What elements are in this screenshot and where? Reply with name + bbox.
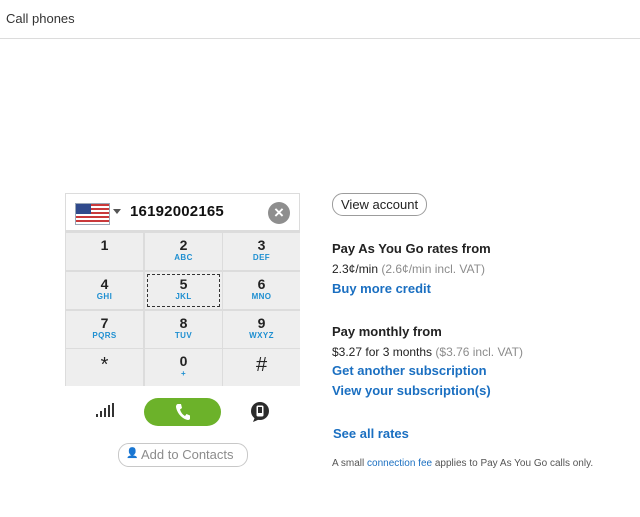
key-digit: #	[255, 354, 268, 376]
key-1[interactable]: 1	[66, 233, 143, 270]
see-all-rates-link[interactable]: See all rates	[333, 426, 409, 441]
connection-fee-link[interactable]: connection fee	[367, 458, 432, 469]
monthly-rate-value: $3.27 for 3 months	[332, 345, 433, 359]
monthly-rate-vat: ($3.76 incl. VAT)	[435, 345, 523, 359]
payg-heading: Pay As You Go rates from	[332, 241, 491, 256]
key-digit: 9	[257, 315, 266, 331]
buy-more-credit-link[interactable]: Buy more credit	[332, 281, 431, 296]
clear-number-icon[interactable]: ×	[268, 202, 290, 224]
add-contact-icon: 👤	[126, 448, 139, 459]
key-digit: 3	[257, 237, 266, 253]
key-digit: 2	[179, 237, 188, 253]
key-letters: DEF	[252, 253, 271, 262]
get-another-subscription-link[interactable]: Get another subscription	[332, 363, 487, 378]
fine-print-text: A small	[332, 458, 368, 469]
page-title: Call phones	[6, 11, 75, 26]
key-digit: 5	[179, 276, 188, 292]
key-2[interactable]: 2 ABC	[145, 233, 222, 270]
view-account-button[interactable]: View account	[332, 193, 428, 216]
key-letters: TUV	[174, 331, 193, 340]
key-9[interactable]: 9 WXYZ	[223, 311, 300, 348]
key-letters: PQRS	[92, 331, 117, 340]
key-digit: 4	[100, 276, 109, 292]
key-digit: 7	[100, 315, 109, 331]
payg-rate-vat: (2.6¢/min incl. VAT)	[381, 262, 485, 276]
key-letters: MNO	[251, 292, 272, 301]
key-star[interactable]: *	[66, 349, 143, 386]
key-digit: 8	[179, 315, 188, 331]
add-to-contacts-label: Add to Contacts	[141, 447, 234, 462]
key-letters: GHI	[96, 292, 113, 301]
fine-print-text-end: applies to Pay As You Go calls only.	[432, 458, 594, 469]
key-4[interactable]: 4 GHI	[66, 272, 143, 309]
key-letters: ABC	[174, 253, 193, 262]
key-3[interactable]: 3 DEF	[223, 233, 300, 270]
payg-rate: 2.3¢/min (2.6¢/min incl. VAT)	[332, 262, 485, 276]
signal-strength-icon	[96, 403, 116, 417]
key-digit: 1	[100, 237, 109, 253]
key-hash[interactable]: #	[223, 349, 300, 386]
header-bar: Call phones	[0, 0, 640, 39]
monthly-rate: $3.27 for 3 months ($3.76 incl. VAT)	[332, 345, 523, 359]
add-to-contacts-button[interactable]: 👤 Add to Contacts	[118, 443, 248, 467]
country-dropdown-icon[interactable]	[113, 209, 121, 214]
key-5[interactable]: 5 JKL	[145, 272, 222, 309]
key-digit: 6	[257, 276, 266, 292]
payg-rate-value: 2.3¢/min	[332, 262, 379, 276]
key-digit: 0	[179, 353, 188, 369]
key-letters: JKL	[175, 292, 192, 301]
key-letters: WXYZ	[249, 331, 274, 340]
monthly-heading: Pay monthly from	[332, 324, 442, 339]
key-letters: +	[180, 369, 187, 378]
key-6[interactable]: 6 MNO	[223, 272, 300, 309]
key-7[interactable]: 7 PQRS	[66, 311, 143, 348]
key-0[interactable]: 0 +	[145, 349, 222, 386]
sms-icon[interactable]	[249, 401, 271, 423]
phone-icon	[176, 404, 190, 420]
key-digit: *	[100, 354, 109, 376]
fine-print: A small connection fee applies to Pay As…	[332, 458, 593, 469]
phone-number-input[interactable]: 16192002165	[130, 203, 224, 220]
key-8[interactable]: 8 TUV	[145, 311, 222, 348]
number-entry-row: 16192002165 ×	[66, 194, 299, 230]
call-button[interactable]	[144, 398, 221, 426]
us-flag-icon[interactable]	[75, 203, 110, 225]
view-subscriptions-link[interactable]: View your subscription(s)	[332, 383, 491, 398]
